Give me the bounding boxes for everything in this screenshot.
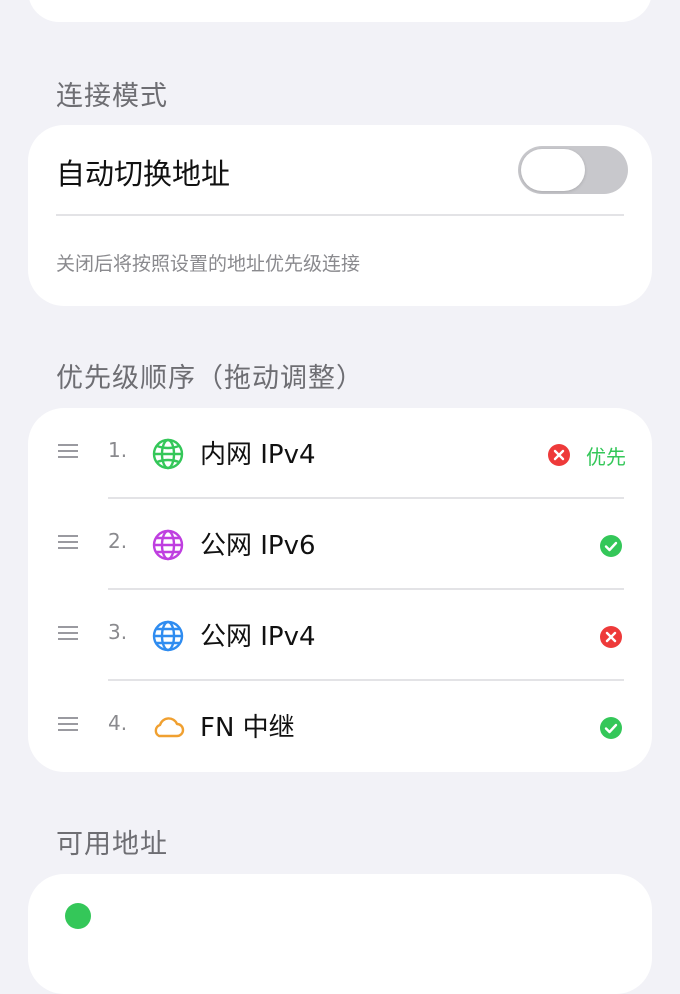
priority-row-fn-relay[interactable]: 4. FN 中继 — [28, 681, 652, 772]
section-title-priority: 优先级顺序（拖动调整） — [56, 363, 364, 394]
drag-handle-icon[interactable] — [58, 717, 78, 731]
divider — [56, 214, 624, 216]
priority-index: 4. — [108, 711, 128, 735]
connection-mode-card: 自动切换地址 关闭后将按照设置的地址优先级连接 — [28, 125, 652, 306]
priority-index: 1. — [108, 438, 128, 462]
available-card — [28, 874, 652, 994]
priority-row-wan-ipv4[interactable]: 3. 公网 IPv4 — [28, 590, 652, 681]
toggle-knob — [521, 149, 585, 191]
priority-card: 1. 内网 IPv4 优先 2. 公网 IPv6 3. 公网 IPv4 4. F… — [28, 408, 652, 772]
drag-handle-icon[interactable] — [58, 535, 78, 549]
drag-handle-icon[interactable] — [58, 444, 78, 458]
auto-switch-hint: 关闭后将按照设置的地址优先级连接 — [56, 253, 361, 275]
priority-index: 2. — [108, 529, 128, 553]
priority-label: 内网 IPv4 — [200, 440, 316, 470]
error-icon — [548, 444, 570, 466]
globe-icon — [152, 529, 184, 561]
status-dot-icon — [65, 903, 91, 929]
check-icon — [600, 535, 622, 557]
check-icon — [600, 717, 622, 739]
section-title-connection-mode: 连接模式 — [56, 81, 168, 112]
auto-switch-label: 自动切换地址 — [56, 157, 231, 191]
cloud-icon — [154, 717, 185, 738]
priority-row-wan-ipv6[interactable]: 2. 公网 IPv6 — [28, 499, 652, 590]
priority-row-lan-ipv4[interactable]: 1. 内网 IPv4 优先 — [28, 408, 652, 499]
priority-label: FN 中继 — [200, 713, 295, 743]
globe-icon — [152, 620, 184, 652]
globe-icon — [152, 438, 184, 470]
priority-label: 公网 IPv6 — [200, 531, 316, 561]
priority-label: 公网 IPv4 — [200, 622, 316, 652]
drag-handle-icon[interactable] — [58, 626, 78, 640]
auto-switch-row: 自动切换地址 — [28, 125, 652, 215]
auto-switch-toggle[interactable] — [518, 146, 628, 194]
section-title-available: 可用地址 — [56, 829, 168, 860]
previous-card — [28, 0, 652, 22]
priority-index: 3. — [108, 620, 128, 644]
error-icon — [600, 626, 622, 648]
priority-badge: 优先 — [586, 445, 626, 469]
